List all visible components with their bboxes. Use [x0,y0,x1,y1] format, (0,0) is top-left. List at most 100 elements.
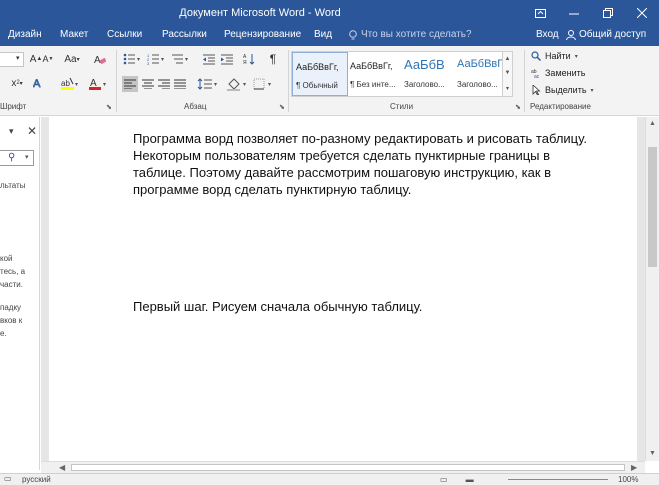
highlight-color-button[interactable]: ab ▾ [60,76,82,90]
justify-button[interactable] [172,76,188,92]
borders-button[interactable]: ▾ [252,76,276,92]
tab-design[interactable]: Дизайн [8,29,42,40]
styles-gallery: АаБбВвГг, ¶ Обычный АаБбВвГг, ¶ Без инте… [291,51,513,97]
highlighter-icon: ab ▾ [61,77,78,90]
close-icon [637,8,647,18]
status-bar: ▭ русский ▭ ▬ 100% [0,473,659,485]
svg-text:▾: ▾ [161,57,164,63]
ribbon-display-icon [534,8,546,18]
bullets-button[interactable]: ▾ [122,52,144,66]
subscript-superscript-icon[interactable]: x 2 ▾ [6,76,28,90]
close-button[interactable] [625,0,659,26]
scroll-right-icon[interactable]: ▶ [631,463,637,472]
shrink-font-icon[interactable]: A ▼ [42,53,54,65]
ribbon: ▾ A ▲ A ▼ Aa ▾ A x 2 ▾ A ab ▾ A ▾ Шрифт ⬊ ▾ 123… [0,46,659,116]
vertical-scrollbar[interactable]: ▲ ▼ [645,117,659,461]
chevron-down-icon[interactable]: ▾ [9,126,14,137]
print-layout-icon[interactable]: ▬ [466,475,474,484]
svg-text:A: A [94,55,101,65]
select-label: Выделить [545,85,587,95]
align-left-button[interactable] [122,76,138,92]
proofing-icon[interactable]: ▭ [4,474,12,483]
document-paragraph-intro[interactable]: Программа ворд позволяет по-разному реда… [133,130,587,198]
scroll-down-icon[interactable]: ▼ [649,450,656,457]
text-effects-icon[interactable]: A [32,76,44,90]
style-no-spacing[interactable]: АаБбВвГг, ¶ Без инте... [347,52,403,96]
line-spacing-button[interactable]: ▾ [196,76,220,92]
scrollbar-thumb[interactable] [648,147,657,267]
nav-text-fragment: вков к [0,316,23,325]
close-icon[interactable]: ✕ [27,124,37,138]
ribbon-display-options-button[interactable] [523,0,557,26]
justify-icon [174,79,186,89]
tab-layout[interactable]: Макет [60,29,88,40]
document-paragraph-step1[interactable]: Первый шаг. Рисуем сначала обычную табли… [133,298,422,315]
nav-search-input[interactable]: ⚲ ▾ [0,150,34,166]
minimize-icon [569,13,579,15]
tell-me-label: Что вы хотите сделать? [361,29,472,40]
nav-text-fragment: е. [0,329,7,338]
sign-in-link[interactable]: Вход [536,29,559,40]
chevron-down-icon[interactable]: ▾ [25,153,29,161]
style-name: Заголово... [457,80,498,89]
style-heading-2[interactable]: АаБбВвГ Заголово... [454,52,503,96]
align-left-icon [124,79,136,89]
paragraph-dialog-launcher-icon[interactable]: ⬊ [279,103,285,111]
replace-button[interactable]: ab ac Заменить [531,68,585,78]
read-mode-icon[interactable]: ▭ [440,475,448,484]
style-sample: АаБбВвГ [457,58,504,70]
font-dialog-launcher-icon[interactable]: ⬊ [106,103,112,111]
style-name: ¶ Обычный [296,81,338,90]
more-styles-icon[interactable]: ▾ [506,85,509,92]
show-formatting-marks-icon[interactable]: ¶ [266,52,280,66]
tab-references[interactable]: Ссылки [107,29,142,40]
editing-group-label: Редактирование [530,102,591,111]
svg-text:▾: ▾ [137,57,140,63]
tab-view[interactable]: Вид [314,29,332,40]
style-name: Заголово... [404,80,445,89]
language-indicator[interactable]: русский [22,475,51,484]
scroll-down-icon[interactable]: ▼ [505,70,511,76]
scroll-left-icon[interactable]: ◀ [59,463,65,472]
scroll-up-icon[interactable]: ▲ [649,120,656,127]
align-right-button[interactable] [156,76,172,92]
sort-icon[interactable]: АЯ [242,52,256,66]
nav-text-fragment: части. [0,280,23,289]
chevron-down-icon: ▾ [16,55,20,62]
zoom-level[interactable]: 100% [618,475,638,484]
align-right-icon [158,79,170,89]
grow-font-icon[interactable]: A ▲ [30,53,43,65]
align-center-button[interactable] [140,76,156,92]
multilevel-list-button[interactable]: ▾ [170,52,192,66]
zoom-slider[interactable] [508,479,608,480]
minimize-button[interactable] [557,0,591,26]
document-page[interactable]: Программа ворд позволяет по-разному реда… [49,117,637,461]
person-icon [566,29,576,40]
styles-dialog-launcher-icon[interactable]: ⬊ [515,103,521,111]
change-case-button[interactable]: Aa ▾ [62,53,82,65]
tab-review[interactable]: Рецензирование [224,29,301,40]
scroll-up-icon[interactable]: ▲ [505,56,511,62]
clear-formatting-icon[interactable]: A [92,53,108,65]
shading-button[interactable]: ▾ [226,76,250,92]
increase-indent-icon[interactable] [220,52,234,66]
borders-icon: ▾ [253,78,271,90]
style-name: ¶ Без инте... [350,80,396,89]
select-button[interactable]: Выделить ▾ [531,85,594,95]
gallery-scroll[interactable]: ▲ ▼ ▾ [502,52,512,96]
scrollbar-thumb[interactable] [71,464,625,471]
lightbulb-icon [349,29,357,39]
restore-button[interactable] [591,0,625,26]
find-button[interactable]: Найти ▾ [531,51,578,61]
font-color-button[interactable]: A ▾ [88,76,110,90]
style-normal[interactable]: АаБбВвГг, ¶ Обычный [292,52,348,96]
numbering-button[interactable]: 1 2 3 ▾ [146,52,168,66]
font-size-combo[interactable]: ▾ [0,52,24,67]
horizontal-scrollbar[interactable]: ◀ ▶ [41,461,645,473]
decrease-indent-icon[interactable] [202,52,216,66]
tell-me-box[interactable]: Что вы хотите сделать? [349,29,472,40]
share-button[interactable]: Общий доступ [566,29,646,40]
style-heading-1[interactable]: АаБбВ Заголово... [401,52,457,96]
svg-text:▾: ▾ [185,57,188,63]
tab-mailings[interactable]: Рассылки [162,29,207,40]
